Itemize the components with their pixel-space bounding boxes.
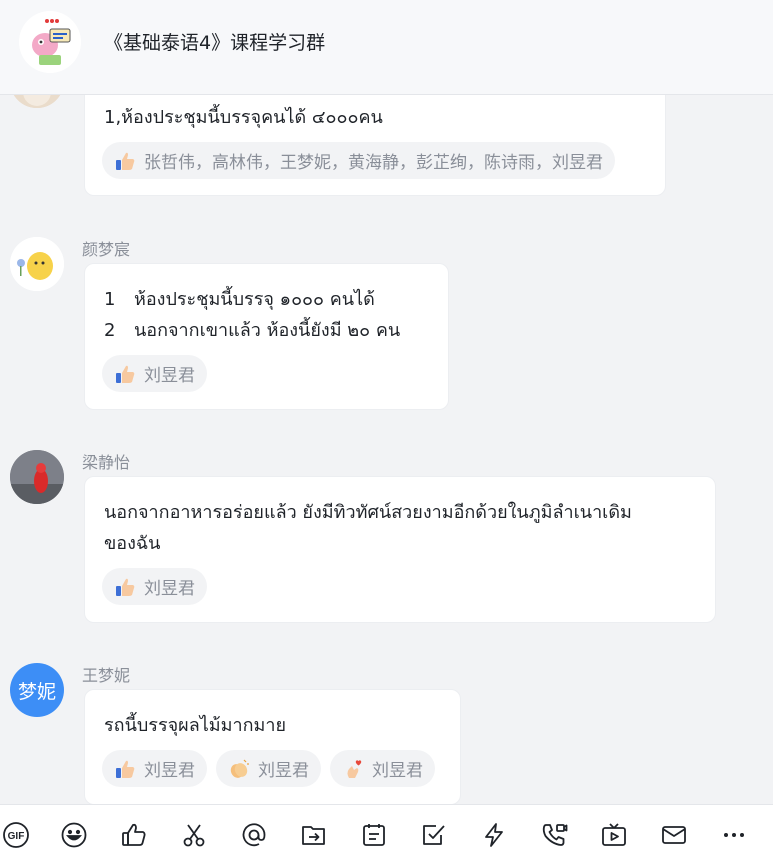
message-text: ของฉัน: [104, 533, 161, 554]
group-avatar-cartoon-icon: [19, 11, 81, 73]
at-mention-icon[interactable]: [240, 821, 268, 849]
reaction-chip[interactable]: 刘昱君: [102, 355, 207, 392]
calendar-note-icon[interactable]: [360, 821, 388, 849]
reaction-chip[interactable]: 刘昱君: [102, 750, 207, 787]
reaction-chip[interactable]: 刘昱君: [216, 750, 321, 787]
reaction-users: 刘昱君: [144, 579, 195, 599]
message-text: รถนี้บรรจุผลไม้มากมาย: [104, 715, 287, 736]
message-bubble[interactable]: 1 ห้องประชุมนี้บรรจุ ๑๐๐๐ คนได้ 2 นอกจากเข…: [84, 263, 449, 410]
sender-name: 王梦妮: [82, 666, 131, 685]
reaction-users: 刘昱君: [258, 761, 309, 781]
avatar[interactable]: [10, 237, 64, 291]
line-text: นอกจากเขาแล้ว ห้องนี้ยังมี ๒๐ คน: [134, 320, 401, 341]
forward-icon[interactable]: [300, 821, 328, 849]
scissors-icon[interactable]: [180, 821, 208, 849]
group-avatar[interactable]: [19, 11, 81, 73]
avatar[interactable]: 梦妮: [10, 663, 64, 717]
user-avatar-icon: [10, 450, 64, 504]
line-number: 2: [104, 320, 116, 341]
avatar[interactable]: [10, 450, 64, 504]
user-avatar-icon: [10, 237, 64, 291]
message-line: 1 ห้องประชุมนี้บรรจุ ๑๐๐๐ คนได้: [104, 284, 375, 313]
line-number: 1: [104, 289, 116, 310]
sender-name: 颜梦宸: [82, 240, 131, 259]
message-bubble[interactable]: นอกจากอาหารอร่อยแล้ว ยังมีทิวทัศน์สวยงาม…: [84, 476, 716, 623]
sender-name: 梁静怡: [82, 453, 131, 472]
more-icon[interactable]: [720, 821, 748, 849]
mail-icon[interactable]: [660, 821, 688, 849]
gif-label: GIF: [8, 831, 25, 842]
reaction-users: 刘昱君: [144, 366, 195, 386]
message-bubble[interactable]: รถนี้บรรจุผลไม้มากมาย 刘昱君 刘昱君 刘昱君: [84, 689, 461, 805]
thumbs-up-icon: [116, 152, 135, 170]
message-text: 1,ห้องประชุมนี้บรรจุคนได้ ๔๐๐๐คน: [104, 107, 383, 128]
clapping-hands-icon: [230, 759, 249, 778]
message-line: 2 นอกจากเขาแล้ว ห้องนี้ยังมี ๒๐ คน: [104, 315, 400, 344]
task-check-icon[interactable]: [420, 821, 448, 849]
input-toolbar: GIF: [0, 804, 773, 865]
group-title: 《基础泰语4》课程学习群: [104, 32, 326, 54]
message-bubble[interactable]: 1,ห้องประชุมนี้บรรจุคนได้ ๔๐๐๐คน 张哲伟，高林伟…: [84, 80, 666, 196]
chat-header: 《基础泰语4》课程学习群: [0, 0, 773, 95]
gif-icon[interactable]: GIF: [2, 821, 30, 849]
reaction-users: 张哲伟，高林伟，王梦妮，黄海静，彭芷绚，陈诗雨，刘昱君: [144, 153, 603, 173]
reaction-chip[interactable]: 张哲伟，高林伟，王梦妮，黄海静，彭芷绚，陈诗雨，刘昱君: [102, 142, 615, 179]
thumbs-up-icon: [116, 578, 135, 596]
video-play-icon[interactable]: [600, 821, 628, 849]
thumbs-up-icon[interactable]: [120, 821, 148, 849]
thumbs-up-icon: [116, 365, 135, 383]
thumbs-up-icon: [116, 760, 135, 778]
reaction-chip[interactable]: 刘昱君: [102, 568, 207, 605]
message-text: นอกจากอาหารอร่อยแล้ว ยังมีทิวทัศน์สวยงาม…: [104, 502, 632, 523]
phone-call-icon[interactable]: [540, 821, 568, 849]
lightning-icon[interactable]: [480, 821, 508, 849]
reaction-chip[interactable]: 刘昱君: [330, 750, 435, 787]
reaction-users: 刘昱君: [372, 761, 423, 781]
reaction-users: 刘昱君: [144, 761, 195, 781]
line-text: ห้องประชุมนี้บรรจุ ๑๐๐๐ คนได้: [134, 289, 375, 310]
finger-heart-icon: [347, 759, 362, 778]
emoji-icon[interactable]: [60, 821, 88, 849]
